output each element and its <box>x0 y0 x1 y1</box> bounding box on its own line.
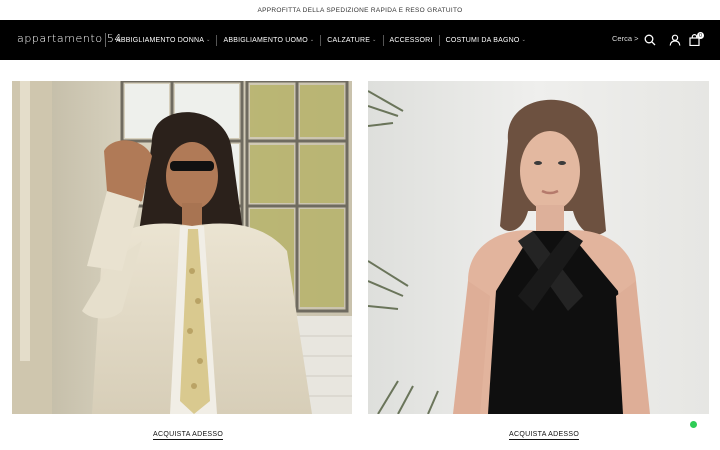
main-nav: ABBIGLIAMENTO DONNA ⌄ ABBIGLIAMENTO UOMO… <box>116 20 526 60</box>
nav-label: ABBIGLIAMENTO UOMO <box>223 36 308 44</box>
chevron-down-icon: ⌄ <box>309 37 315 43</box>
cart-count-badge: 0 <box>697 32 704 39</box>
search-link[interactable]: Cerca > <box>612 34 638 43</box>
chevron-down-icon: ⌄ <box>206 37 211 43</box>
nav-divider <box>216 34 218 46</box>
nav-item-abbigliamento-donna[interactable]: ABBIGLIAMENTO DONNA ⌄ <box>116 37 210 44</box>
nav-item-calzature[interactable]: CALZATURE ⌄ <box>327 37 376 44</box>
shop-now-link-men[interactable]: ACQUISTA ADESSO <box>153 431 224 440</box>
search-icon[interactable] <box>644 34 656 46</box>
site-header: appartamento 54 ABBIGLIAMENTO DONNA ⌄ AB… <box>0 20 720 60</box>
site-logo[interactable]: appartamento 54 <box>17 32 122 45</box>
chat-status-indicator[interactable] <box>690 421 697 428</box>
announcement-bar: APPROFITTA DELLA SPEDIZIONE RAPIDA E RES… <box>0 0 720 20</box>
nav-item-costumi-da-bagno[interactable]: COSTUMI DA BAGNO ⌄ <box>446 37 526 44</box>
account-icon[interactable] <box>669 34 681 46</box>
hero-image-men[interactable] <box>12 81 352 414</box>
nav-divider <box>320 34 322 46</box>
nav-label: COSTUMI DA BAGNO <box>445 36 520 44</box>
nav-divider <box>438 34 440 46</box>
logo-divider <box>105 33 106 47</box>
nav-label: ABBIGLIAMENTO DONNA <box>116 36 205 44</box>
nav-item-accessori[interactable]: ACCESSORI <box>390 37 433 44</box>
nav-divider <box>382 34 384 46</box>
chevron-down-icon: ⌄ <box>372 37 377 43</box>
hero-photo-man <box>12 81 352 414</box>
announcement-text: APPROFITTA DELLA SPEDIZIONE RAPIDA E RES… <box>257 6 463 14</box>
nav-item-abbigliamento-uomo[interactable]: ABBIGLIAMENTO UOMO ⌄ <box>223 37 314 44</box>
nav-label: ACCESSORI <box>389 36 433 44</box>
hero-image-women[interactable] <box>368 81 709 414</box>
hero-photo-woman <box>368 81 709 414</box>
chevron-down-icon: ⌄ <box>521 37 526 43</box>
shop-now-link-women[interactable]: ACQUISTA ADESSO <box>509 431 580 440</box>
nav-label: CALZATURE <box>327 36 371 44</box>
